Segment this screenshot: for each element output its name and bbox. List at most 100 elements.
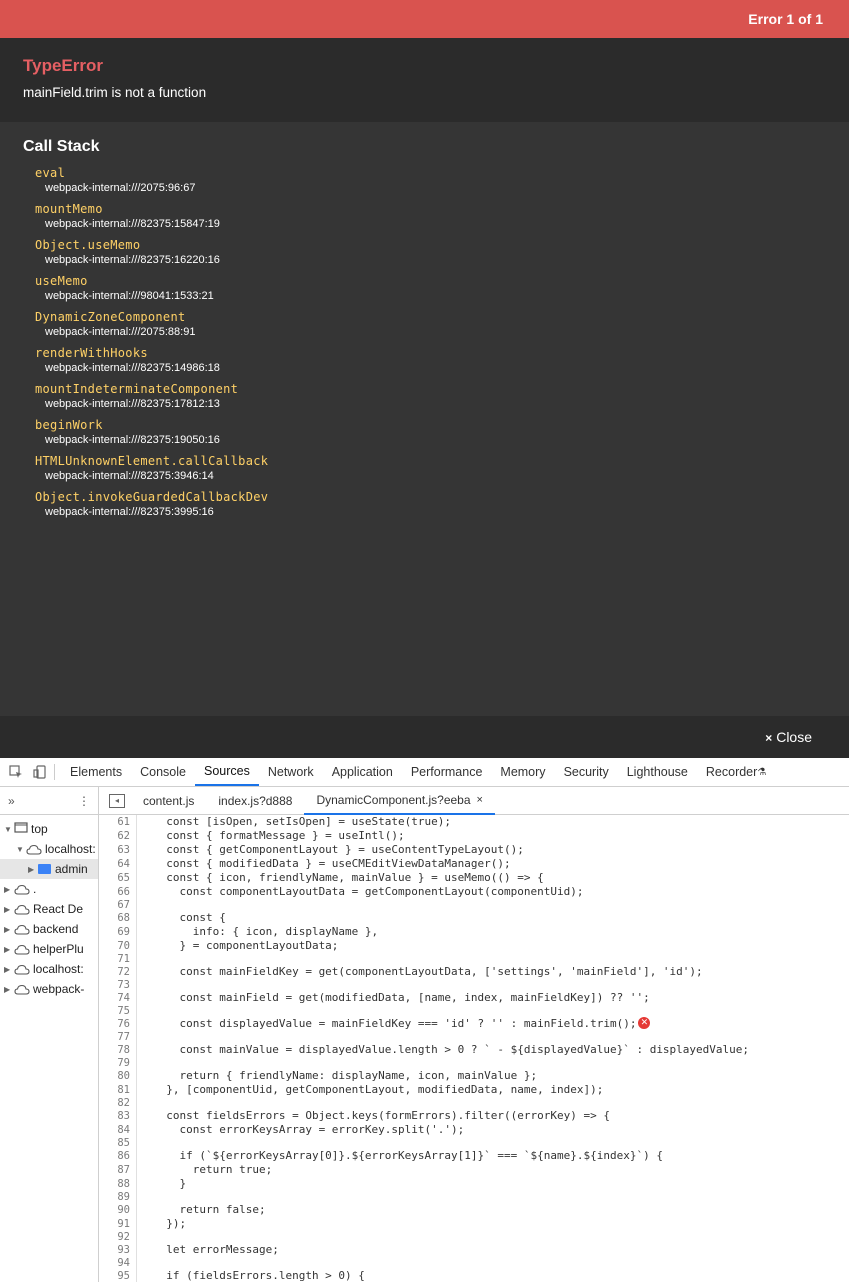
tree-item[interactable]: ▶ backend <box>0 919 98 939</box>
close-button[interactable]: × Close <box>765 729 812 745</box>
more-tabs-icon[interactable]: » <box>8 794 15 808</box>
call-stack-frame[interactable]: DynamicZoneComponent webpack-internal:///… <box>35 310 826 339</box>
inspect-element-icon[interactable] <box>8 764 24 780</box>
collapsed-icon[interactable]: ▶ <box>28 865 38 874</box>
line-number[interactable]: 82 <box>99 1097 137 1109</box>
tab-label: Elements <box>70 765 123 779</box>
line-number[interactable]: 65 <box>99 871 137 885</box>
line-number[interactable]: 91 <box>99 1217 137 1231</box>
line-number[interactable]: 63 <box>99 843 137 857</box>
line-number[interactable]: 86 <box>99 1149 137 1163</box>
frame-function: DynamicZoneComponent <box>35 310 186 324</box>
collapsed-icon[interactable]: ▶ <box>4 885 14 894</box>
tree-item[interactable]: ▶ localhost: <box>0 959 98 979</box>
line-number[interactable]: 64 <box>99 857 137 871</box>
call-stack-frame[interactable]: mountMemo webpack-internal:///82375:15847… <box>35 202 826 231</box>
collapsed-icon[interactable]: ▶ <box>4 925 14 934</box>
line-number[interactable]: 71 <box>99 953 137 965</box>
line-number[interactable]: 61 <box>99 815 137 829</box>
line-number[interactable]: 80 <box>99 1069 137 1083</box>
call-stack-frame[interactable]: renderWithHooks webpack-internal:///82375… <box>35 346 826 375</box>
call-stack-frame[interactable]: HTMLUnknownElement.callCallback webpack-i… <box>35 454 826 483</box>
line-number[interactable]: 92 <box>99 1231 137 1243</box>
tab-application[interactable]: Application <box>323 758 402 786</box>
line-number[interactable]: 95 <box>99 1269 137 1282</box>
tree-item[interactable]: ▶ webpack- <box>0 979 98 999</box>
line-number[interactable]: 94 <box>99 1257 137 1269</box>
line-number[interactable]: 89 <box>99 1191 137 1203</box>
line-number[interactable]: 68 <box>99 911 137 925</box>
line-number[interactable]: 88 <box>99 1177 137 1191</box>
line-number[interactable]: 90 <box>99 1203 137 1217</box>
call-stack-frame[interactable]: eval webpack-internal:///2075:96:67 <box>35 166 826 195</box>
code-line: 61 const [isOpen, setIsOpen] = useState(… <box>99 815 849 829</box>
tab-security[interactable]: Security <box>555 758 618 786</box>
line-number[interactable]: 81 <box>99 1083 137 1097</box>
navigator-header: » ⋮ <box>0 787 99 815</box>
line-number[interactable]: 62 <box>99 829 137 843</box>
line-number[interactable]: 72 <box>99 965 137 979</box>
close-tab-icon[interactable]: × <box>477 794 483 806</box>
tree-item[interactable]: ▶. <box>0 879 98 899</box>
line-number[interactable]: 66 <box>99 885 137 899</box>
tab-recorder[interactable]: Recorder ⚗ <box>697 758 775 786</box>
line-number[interactable]: 79 <box>99 1057 137 1069</box>
tree-item[interactable]: ▶ React De <box>0 899 98 919</box>
cloud-icon <box>14 964 30 975</box>
device-toolbar-icon[interactable] <box>32 764 48 780</box>
flask-icon: ⚗ <box>757 766 767 778</box>
tree-item[interactable]: ▶ helperPlu <box>0 939 98 959</box>
line-number[interactable]: 67 <box>99 899 137 911</box>
file-tab[interactable]: index.js?d888 <box>206 787 304 815</box>
call-stack-frame[interactable]: useMemo webpack-internal:///98041:1533:21 <box>35 274 826 303</box>
folder-icon <box>38 864 51 874</box>
call-stack-frame[interactable]: mountIndeterminateComponent webpack-inter… <box>35 382 826 411</box>
tab-elements[interactable]: Elements <box>61 758 131 786</box>
tab-performance[interactable]: Performance <box>402 758 492 786</box>
line-number[interactable]: 76 <box>99 1017 137 1031</box>
line-number[interactable]: 73 <box>99 979 137 991</box>
tab-memory[interactable]: Memory <box>491 758 554 786</box>
file-tab[interactable]: content.js <box>131 787 206 815</box>
collapsed-icon[interactable]: ▶ <box>4 965 14 974</box>
expanded-icon[interactable]: ▼ <box>4 825 14 834</box>
tree-item[interactable]: ▼ top <box>0 819 98 839</box>
line-number[interactable]: 70 <box>99 939 137 953</box>
line-number[interactable]: 84 <box>99 1123 137 1137</box>
code-editor[interactable]: 61 const [isOpen, setIsOpen] = useState(… <box>99 815 849 1282</box>
call-stack-frame[interactable]: beginWork webpack-internal:///82375:19050… <box>35 418 826 447</box>
toggle-navigator-icon[interactable]: ◂ <box>109 793 125 808</box>
line-number[interactable]: 77 <box>99 1031 137 1043</box>
line-number[interactable]: 85 <box>99 1137 137 1149</box>
expanded-icon[interactable]: ▼ <box>16 845 26 854</box>
code-line: 90 return false; <box>99 1203 849 1217</box>
tree-item[interactable]: ▼ localhost: <box>0 839 98 859</box>
line-number[interactable]: 75 <box>99 1005 137 1017</box>
line-number[interactable]: 69 <box>99 925 137 939</box>
line-number[interactable]: 83 <box>99 1109 137 1123</box>
call-stack-frame[interactable]: Object.useMemo webpack-internal:///82375:… <box>35 238 826 267</box>
file-tab[interactable]: DynamicComponent.js?eeba × <box>304 787 495 815</box>
collapsed-icon[interactable]: ▶ <box>4 945 14 954</box>
collapsed-icon[interactable]: ▶ <box>4 985 14 994</box>
navigator-menu-icon[interactable]: ⋮ <box>78 794 90 808</box>
code-line: 86 if (`${errorKeysArray[0]}.${errorKeys… <box>99 1149 849 1163</box>
tab-label: Network <box>267 765 314 779</box>
tab-sources[interactable]: Sources <box>194 758 259 786</box>
tab-lighthouse[interactable]: Lighthouse <box>618 758 697 786</box>
error-icon[interactable]: ✕ <box>638 1017 651 1029</box>
tab-console[interactable]: Console <box>131 758 195 786</box>
line-number[interactable]: 78 <box>99 1043 137 1057</box>
call-stack-frame[interactable]: Object.invokeGuardedCallbackDev webpack-i… <box>35 490 826 519</box>
line-number[interactable]: 87 <box>99 1163 137 1177</box>
collapsed-icon[interactable]: ▶ <box>4 905 14 914</box>
tab-network[interactable]: Network <box>259 758 323 786</box>
tree-item[interactable]: ▶ admin <box>0 859 98 879</box>
frame-location: webpack-internal:///82375:15847:19 <box>45 218 220 230</box>
tree-label: React De <box>33 902 84 916</box>
line-number[interactable]: 93 <box>99 1243 137 1257</box>
cloud-icon <box>14 984 30 995</box>
cloud-icon <box>14 944 30 955</box>
error-overlay: Error 1 of 1 TypeError mainField.trim is… <box>0 0 849 758</box>
line-number[interactable]: 74 <box>99 991 137 1005</box>
